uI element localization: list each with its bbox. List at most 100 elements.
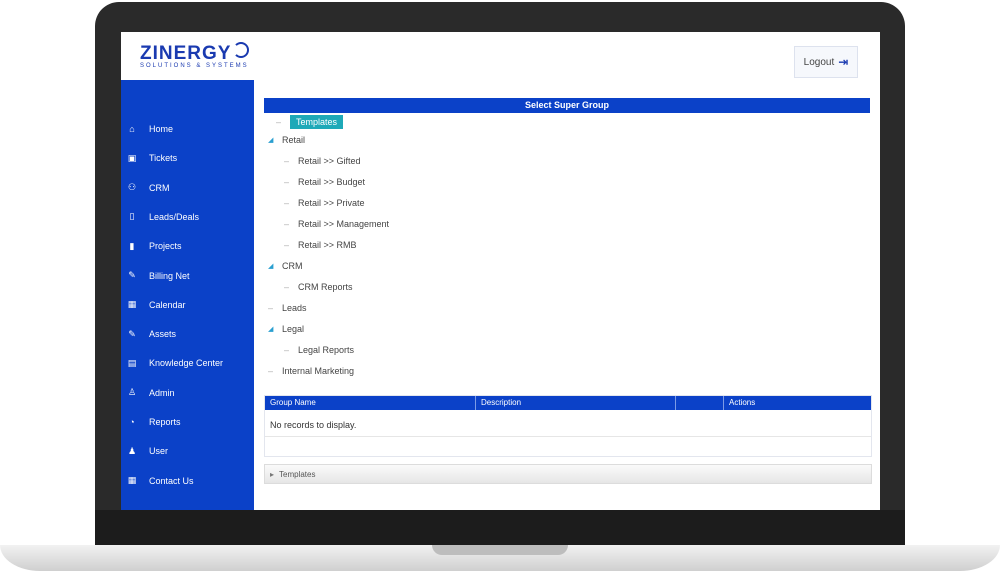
admin-icon: ♙ xyxy=(127,387,137,398)
table-header: Group Name Description Actions xyxy=(265,396,871,410)
sidebar-item-projects[interactable]: ▮ Projects xyxy=(121,235,254,257)
tree-node[interactable]: ◢ Retail xyxy=(268,135,305,145)
book-icon: ▤ xyxy=(127,357,137,368)
table-divider xyxy=(265,436,871,437)
logo-text: ZINERGY xyxy=(140,43,232,64)
templates-bar-label: Templates xyxy=(279,469,316,479)
tree-node[interactable]: – Leads xyxy=(268,303,307,313)
logo-mark-icon xyxy=(233,42,250,58)
column-description[interactable]: Description xyxy=(476,396,676,410)
column-blank xyxy=(676,396,724,410)
tree-dash[interactable]: – xyxy=(268,366,274,376)
users-icon: ⚇ xyxy=(127,182,137,193)
reports-icon: ◔ xyxy=(129,417,135,427)
sidebar-item-label: Reports xyxy=(149,417,181,427)
tree-dash: – xyxy=(276,117,282,127)
tree-expanded-icon[interactable]: ◢ xyxy=(268,262,274,270)
sidebar-item-label: Admin xyxy=(149,387,175,398)
contact-icon: ▦ xyxy=(127,475,137,486)
main-panel: Select Super Group – Templates ◢ Retail – R… xyxy=(264,98,872,508)
sidebar-item-label: CRM xyxy=(149,182,170,193)
tree-dash: – xyxy=(284,177,290,187)
calendar-icon: ▦ xyxy=(127,299,137,310)
app-header: ZINERGY SOLUTIONS & SYSTEMS Logout ⇥ xyxy=(121,32,880,80)
tree-expanded-icon[interactable]: ◢ xyxy=(268,136,274,144)
sidebar-item-assets[interactable]: ✎ Assets xyxy=(121,323,254,345)
sidebar-item-knowledge-center[interactable]: ▤ Knowledge Center xyxy=(121,352,254,374)
sidebar-item-label: Leads/Deals xyxy=(149,211,200,222)
sidebar-item-admin[interactable]: ♙ Admin xyxy=(121,382,254,404)
sidebar-item-label: Tickets xyxy=(149,153,178,164)
empty-message: No records to display. xyxy=(270,420,357,430)
phone-icon: ▯ xyxy=(129,211,135,222)
tree-selected-node[interactable]: Templates xyxy=(290,115,344,129)
ticket-icon: ▣ xyxy=(127,152,137,163)
tree-node-label: Retail >> Gifted xyxy=(298,156,361,166)
tree-node[interactable]: – CRM Reports xyxy=(284,282,353,292)
tree-node-label: Retail >> Management xyxy=(298,219,390,229)
logout-button[interactable]: Logout ⇥ xyxy=(794,46,858,78)
sidebar-item-reports[interactable]: ◔ Reports xyxy=(121,411,254,433)
column-group-name[interactable]: Group Name xyxy=(265,396,476,410)
sidebar-item-label: Contact Us xyxy=(149,475,194,486)
sidebar-item-label: Home xyxy=(149,124,174,134)
tree-dash: – xyxy=(284,198,290,208)
project-icon: ▮ xyxy=(129,240,135,251)
sidebar-item-label: Knowledge Center xyxy=(149,358,224,369)
logout-icon: ⇥ xyxy=(838,55,849,69)
tree-node-label: Legal xyxy=(282,324,305,334)
tree-node-label: Internal Marketing xyxy=(282,366,355,376)
sidebar-item-billing-net[interactable]: ✎ Billing Net xyxy=(121,265,254,287)
expand-arrow-icon: ▸ xyxy=(270,469,275,479)
sidebar-item-contact-us[interactable]: ▦ Contact Us xyxy=(121,470,254,492)
sidebar-item-calendar[interactable]: ▦ Calendar xyxy=(121,294,254,316)
tree-node-label: Retail >> Private xyxy=(298,198,365,208)
tree-root-row[interactable]: – Templates xyxy=(276,115,344,129)
sidebar-item-label: Projects xyxy=(149,241,182,252)
tree-node-label: CRM Reports xyxy=(298,282,353,292)
logo[interactable]: ZINERGY SOLUTIONS & SYSTEMS xyxy=(140,42,250,69)
tree-node[interactable]: ◢ CRM xyxy=(268,261,303,271)
sidebar-item-label: Calendar xyxy=(149,299,186,310)
tree-expanded-icon[interactable]: ◢ xyxy=(268,325,274,333)
assets-icon: ✎ xyxy=(128,328,136,339)
tree-node[interactable]: ◢ Legal xyxy=(268,324,304,334)
app-screen: ZINERGY SOLUTIONS & SYSTEMS Logout ⇥ ⌂ Ho… xyxy=(121,32,880,510)
tree-node[interactable]: – Retail >> Private xyxy=(284,198,365,208)
sidebar-item-leads-deals[interactable]: ▯ Leads/Deals xyxy=(121,206,254,228)
sidebar-item-tickets[interactable]: ▣ Tickets xyxy=(121,147,254,169)
tree-dash[interactable]: – xyxy=(268,303,274,313)
tree-dash: – xyxy=(284,282,290,292)
column-actions[interactable]: Actions xyxy=(724,396,871,410)
logout-label: Logout xyxy=(803,56,835,68)
groups-table: Group Name Description Actions No record… xyxy=(264,395,872,457)
sidebar-item-label: Billing Net xyxy=(149,270,190,281)
tree-node[interactable]: – Retail >> Management xyxy=(284,219,389,229)
tree-node[interactable]: – Internal Marketing xyxy=(268,366,354,376)
tree-node-label: Legal Reports xyxy=(298,345,355,355)
sidebar-item-home[interactable]: ⌂ Home xyxy=(121,118,254,140)
billing-icon: ✎ xyxy=(128,270,136,280)
tree-dash: – xyxy=(284,156,290,166)
tree-node-label: Leads xyxy=(282,303,307,313)
tree-node[interactable]: – Retail >> Gifted xyxy=(284,156,361,166)
tree-dash: – xyxy=(284,219,290,229)
tree-node-label: Retail xyxy=(282,135,306,145)
sidebar-item-label: User xyxy=(149,446,169,457)
sidebar-item-label: Assets xyxy=(149,329,177,340)
tree-dash: – xyxy=(284,345,290,355)
sidebar-item-user[interactable]: ♟ User xyxy=(121,440,254,462)
laptop-notch xyxy=(432,545,568,555)
templates-bar[interactable]: ▸ Templates xyxy=(264,464,872,484)
tree-node[interactable]: – Retail >> Budget xyxy=(284,177,365,187)
tree-node[interactable]: – Legal Reports xyxy=(284,345,354,355)
tree-node-label: Retail >> RMB xyxy=(298,240,357,250)
tree-node-label: CRM xyxy=(282,261,303,271)
home-icon: ⌂ xyxy=(129,124,135,134)
logo-subtitle: SOLUTIONS & SYSTEMS xyxy=(140,63,249,69)
user-icon: ♟ xyxy=(127,445,137,456)
sidebar-item-crm[interactable]: ⚇ CRM xyxy=(121,177,254,199)
tree-node[interactable]: – Retail >> RMB xyxy=(284,240,357,250)
panel-title: Select Super Group xyxy=(264,98,870,113)
laptop-chin xyxy=(95,510,905,546)
